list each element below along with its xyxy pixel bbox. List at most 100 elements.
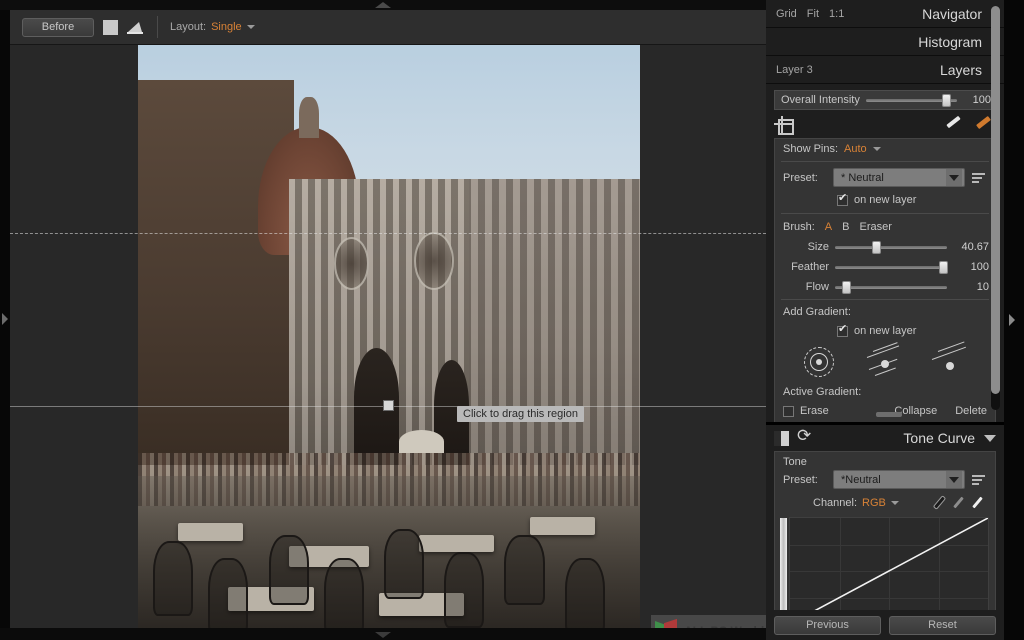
navigator-panel-header[interactable]: Grid Fit 1:1 Navigator xyxy=(766,0,1004,28)
editor-toolbar: Before Layout: Single xyxy=(10,10,766,45)
gradient-on-new-layer-row[interactable]: on new layer xyxy=(775,322,995,342)
footer-buttons: Previous Reset xyxy=(766,610,1004,640)
brush-tool-icon[interactable] xyxy=(974,115,994,134)
navigator-title: Navigator xyxy=(922,5,982,22)
black-point-eyedropper-icon[interactable] xyxy=(934,495,949,511)
left-panel-collapse-bar[interactable] xyxy=(0,10,10,628)
brush-preset-value: * Neutral xyxy=(841,171,884,184)
histogram-panel-header[interactable]: Histogram xyxy=(766,28,1004,56)
navigator-view-grid[interactable]: Grid xyxy=(776,8,797,20)
chevron-down-icon[interactable] xyxy=(872,147,881,151)
photo-chair xyxy=(444,552,485,628)
layers-panel-header[interactable]: Layer 3 Layers xyxy=(766,56,1004,84)
brush-on-new-layer-row[interactable]: on new layer xyxy=(775,191,995,211)
brush-flow-slider[interactable] xyxy=(835,280,947,294)
brush-preset-select[interactable]: * Neutral xyxy=(833,168,965,187)
tone-curve-panel: Tone Curve Tone Preset: *Neutral xyxy=(766,422,1004,640)
tool-icons-row xyxy=(766,114,1004,138)
brush-preset-label: Preset: xyxy=(783,171,818,184)
tone-curve-graph[interactable] xyxy=(780,517,989,625)
photo-chair xyxy=(504,534,545,605)
gradient-on-new-layer-checkbox[interactable] xyxy=(837,324,848,337)
brush-flow-label: Flow xyxy=(805,281,829,293)
photo-chair xyxy=(208,558,249,628)
tone-curve-gradient-strip xyxy=(780,518,787,624)
layers-title: Layers xyxy=(939,61,982,78)
show-pins-value[interactable]: Auto xyxy=(844,143,867,155)
chevron-right-icon xyxy=(1009,314,1015,326)
erase-checkbox[interactable] xyxy=(783,405,794,417)
overall-intensity-slider[interactable] xyxy=(865,93,958,107)
overall-intensity-label: Overall Intensity xyxy=(781,94,860,106)
reset-button[interactable]: Reset xyxy=(889,615,996,635)
layout-label: Layout: xyxy=(170,21,207,33)
tone-curve-title: Tone Curve xyxy=(903,430,975,446)
right-panel: Grid Fit 1:1 Navigator Histogram Layer 3… xyxy=(766,0,1024,640)
brush-size-value: 40.67 xyxy=(961,241,989,253)
preset-menu-icon[interactable] xyxy=(971,171,987,185)
bottom-panel-collapse-bar[interactable] xyxy=(0,628,766,640)
brush-feather-slider[interactable] xyxy=(835,260,948,274)
gray-point-eyedropper-icon[interactable] xyxy=(953,495,968,511)
chevron-down-icon[interactable] xyxy=(246,25,255,29)
crop-icon[interactable] xyxy=(774,116,794,135)
slider-thumb[interactable] xyxy=(842,281,852,294)
photo-chair xyxy=(564,558,605,628)
linear-gradient-icon[interactable] xyxy=(863,342,907,379)
white-point-eyedropper-icon[interactable] xyxy=(972,495,987,511)
brush-a-button[interactable]: A xyxy=(825,221,832,233)
chevron-left-icon[interactable] xyxy=(991,36,998,47)
chevron-down-icon[interactable] xyxy=(984,434,996,442)
white-square-swatch-icon[interactable] xyxy=(103,19,118,35)
slider-thumb[interactable] xyxy=(872,241,882,254)
tone-preset-select[interactable]: *Neutral xyxy=(833,470,965,489)
image-canvas[interactable]: Click to drag this region ALL PC World F… xyxy=(10,45,766,628)
photo-table xyxy=(529,517,595,535)
slider-thumb[interactable] xyxy=(938,261,948,274)
drag-region-tooltip: Click to drag this region xyxy=(457,406,584,422)
gradient-type-row xyxy=(775,341,995,382)
tone-curve-header[interactable]: Tone Curve xyxy=(766,425,1004,451)
navigator-view-1-1[interactable]: 1:1 xyxy=(829,8,844,20)
brush-size-label: Size xyxy=(807,241,829,253)
chevron-down-icon[interactable] xyxy=(890,501,899,505)
top-panel-collapse-bar[interactable] xyxy=(0,0,766,10)
layout-value[interactable]: Single xyxy=(211,21,242,33)
on-new-layer-label: on new layer xyxy=(854,194,917,206)
on-new-layer-checkbox[interactable] xyxy=(837,193,848,206)
refresh-icon[interactable] xyxy=(797,426,813,446)
slider-thumb[interactable] xyxy=(942,94,952,107)
all-pc-world-logo-icon xyxy=(655,618,679,628)
navigator-view-fit[interactable]: Fit xyxy=(807,8,819,20)
preview-image[interactable] xyxy=(138,45,640,628)
photo-rose-window-2 xyxy=(414,231,455,290)
chevron-right-icon xyxy=(2,313,8,325)
tone-preset-label: Preset: xyxy=(783,473,818,486)
channel-value[interactable]: RGB xyxy=(862,497,886,509)
region-drag-handle[interactable] xyxy=(383,400,394,411)
chevron-left-icon[interactable] xyxy=(991,8,998,19)
previous-button[interactable]: Previous xyxy=(774,615,881,635)
radial-gradient-icon[interactable] xyxy=(798,345,842,379)
brush-eraser-button[interactable]: Eraser xyxy=(859,221,891,233)
linear-gradient-2-icon[interactable] xyxy=(928,341,972,379)
before-button[interactable]: Before xyxy=(22,17,94,37)
tone-preset-row: Preset: *Neutral xyxy=(775,470,995,493)
soft-proof-icon[interactable] xyxy=(125,19,145,35)
right-panel-collapse-bar[interactable] xyxy=(1004,0,1024,640)
chevron-left-icon[interactable] xyxy=(991,64,998,75)
gradient-actions-row: Erase Collapse Delete xyxy=(775,402,995,420)
brush-size-slider[interactable] xyxy=(835,240,947,254)
add-gradient-label: Add Gradient: xyxy=(783,306,851,318)
chevron-down-icon[interactable] xyxy=(946,169,962,186)
delete-button[interactable]: Delete xyxy=(955,405,987,417)
chevron-down-icon[interactable] xyxy=(946,471,962,488)
layer-name[interactable]: Layer 3 xyxy=(776,64,813,76)
tone-preset-menu-icon[interactable] xyxy=(971,473,987,487)
pen-tool-icon[interactable] xyxy=(944,115,964,134)
show-pins-row: Show Pins: Auto xyxy=(775,139,995,159)
brush-b-button[interactable]: B xyxy=(842,221,849,233)
panel-resize-grip[interactable] xyxy=(876,412,902,417)
application-window: Before Layout: Single Click to drag this… xyxy=(0,0,1024,640)
split-view-icon[interactable] xyxy=(774,430,789,446)
